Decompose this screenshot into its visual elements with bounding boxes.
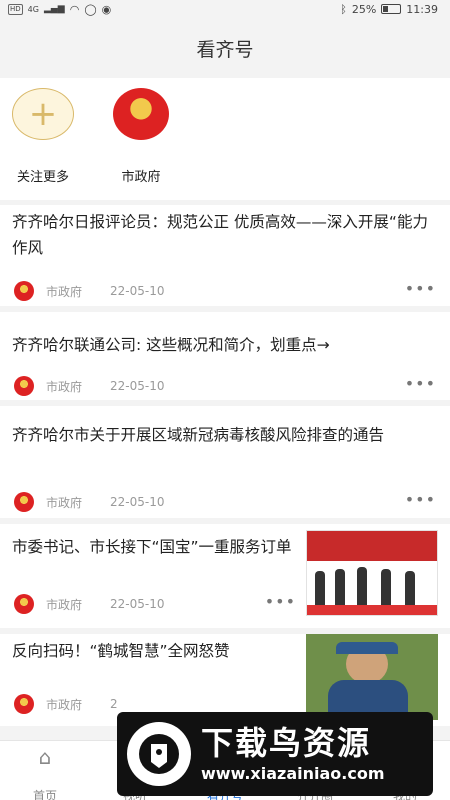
source-emblem-icon <box>14 594 34 614</box>
article-source: 市政府 <box>46 697 83 712</box>
home-icon[interactable]: ⌂ <box>32 745 58 769</box>
watermark-title: 下载鸟资源 <box>201 724 372 762</box>
app-notification-icon: ◉ <box>101 2 112 16</box>
article-title[interactable]: 齐齐哈尔联通公司: 这些概况和简介，划重点→ <box>12 312 438 358</box>
followed-accounts: + 关注更多 市政府 <box>0 78 450 200</box>
national-emblem-icon[interactable] <box>113 88 169 140</box>
nav-home[interactable]: ⌂ 首页 <box>0 741 90 800</box>
article-date: 22-05-10 <box>110 597 165 611</box>
source-emblem-icon <box>14 492 34 512</box>
article-thumbnail[interactable] <box>306 634 438 720</box>
more-options-icon[interactable]: ••• <box>265 592 296 611</box>
watermark-url: www.xiazainiao.com <box>201 764 385 783</box>
article-feed: 齐齐哈尔日报评论员：规范公正 优质高效——深入开展“能力作风 市政府 22-05… <box>0 205 450 732</box>
battery-percent: 25% <box>351 2 377 16</box>
status-bar: HD 4G ▂▄▆ ◠ ◯ ◉ ᛒ 25% 11:39 <box>0 0 450 18</box>
wifi-icon: ◠ <box>69 2 80 16</box>
article-item[interactable]: 市委书记、市长接下“国宝”一重服务订单 市政府 22-05-10 ••• <box>0 524 450 628</box>
more-options-icon[interactable]: ••• <box>405 279 436 298</box>
article-meta: 市政府 22-05-10 <box>14 594 164 614</box>
article-title[interactable]: 反向扫码！“鹤城智慧”全网怒赞 <box>12 634 302 664</box>
article-date: 22-05-10 <box>110 284 165 298</box>
page-header: 看齐号 <box>0 18 450 78</box>
more-options-icon[interactable]: ••• <box>405 374 436 393</box>
article-meta: 市政府 22-05-10 <box>14 492 164 512</box>
network-indicator: 4G <box>27 4 39 14</box>
hd-indicator: HD <box>8 3 23 15</box>
article-date: 22-05-10 <box>110 379 165 393</box>
article-title[interactable]: 齐齐哈尔市关于开展区域新冠病毒核酸风险排查的通告 <box>12 406 438 448</box>
article-date: 2 <box>110 697 118 711</box>
follow-more-button[interactable]: + 关注更多 <box>10 88 76 200</box>
bluetooth-icon: ᛒ <box>340 2 347 16</box>
followed-account-city-government[interactable]: 市政府 <box>108 88 174 200</box>
article-thumbnail[interactable] <box>306 530 438 616</box>
article-meta: 市政府 22-05-10 <box>14 376 164 396</box>
message-icon: ◯ <box>84 2 97 16</box>
battery-icon <box>381 4 402 14</box>
article-source: 市政府 <box>46 379 83 394</box>
article-item[interactable]: 齐齐哈尔日报评论员：规范公正 优质高效——深入开展“能力作风 市政府 22-05… <box>0 205 450 306</box>
nav-label: 首页 <box>32 789 57 800</box>
clock: 11:39 <box>406 2 438 16</box>
follow-label: 市政府 <box>121 170 161 185</box>
article-item[interactable]: 齐齐哈尔市关于开展区域新冠病毒核酸风险排查的通告 市政府 22-05-10 ••… <box>0 406 450 518</box>
source-emblem-icon <box>14 694 34 714</box>
more-options-icon[interactable]: ••• <box>405 490 436 509</box>
watermark-banner: 下载鸟资源 www.xiazainiao.com <box>117 712 433 796</box>
signal-icon: ▂▄▆ <box>43 4 65 14</box>
article-title[interactable]: 齐齐哈尔日报评论员：规范公正 优质高效——深入开展“能力作风 <box>12 205 438 261</box>
article-title[interactable]: 市委书记、市长接下“国宝”一重服务订单 <box>12 524 302 560</box>
article-item[interactable]: 齐齐哈尔联通公司: 这些概况和简介，划重点→ 市政府 22-05-10 ••• <box>0 312 450 400</box>
source-emblem-icon <box>14 281 34 301</box>
article-meta: 市政府 22-05-10 <box>14 281 164 301</box>
add-icon[interactable]: + <box>12 88 74 140</box>
bird-logo-icon <box>127 722 191 786</box>
watermark-text: 下载鸟资源 www.xiazainiao.com <box>201 723 384 785</box>
follow-label: 关注更多 <box>16 170 69 185</box>
page-title: 看齐号 <box>196 38 254 61</box>
article-meta: 市政府 2 <box>14 694 118 714</box>
article-source: 市政府 <box>46 284 83 299</box>
article-source: 市政府 <box>46 597 83 612</box>
article-source: 市政府 <box>46 495 83 510</box>
source-emblem-icon <box>14 376 34 396</box>
article-date: 22-05-10 <box>110 495 165 509</box>
